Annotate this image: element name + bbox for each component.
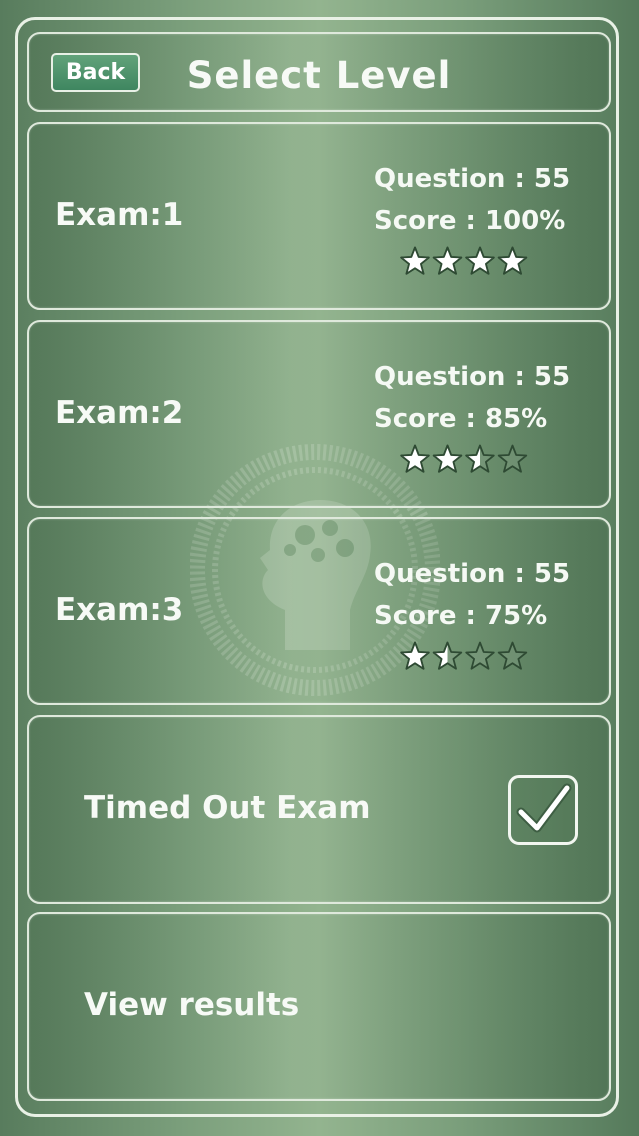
star-icon — [497, 444, 528, 473]
score: Score : 85% — [374, 404, 548, 434]
view-results-label: View results — [84, 987, 300, 1023]
star-icon — [465, 246, 495, 275]
star-rating — [400, 444, 528, 473]
header-bar: Back Select Level — [27, 32, 611, 112]
star-icon — [432, 641, 463, 670]
star-icon — [465, 444, 495, 473]
view-results-button[interactable]: View results — [27, 912, 611, 1101]
star-icon — [497, 641, 528, 670]
timed-out-checkbox[interactable] — [508, 775, 578, 845]
star-rating — [400, 641, 528, 670]
timed-out-exam-label: Timed Out Exam — [84, 790, 371, 826]
checkmark-icon — [516, 783, 572, 833]
star-icon — [497, 246, 528, 275]
star-icon — [465, 641, 495, 670]
exam-name: Exam:3 — [55, 592, 184, 628]
star-icon — [400, 246, 430, 275]
star-icon — [432, 246, 463, 275]
question-count: Question : 55 — [374, 164, 571, 194]
star-icon — [400, 444, 430, 473]
star-rating — [400, 246, 528, 275]
page-title: Select Level — [186, 54, 452, 97]
star-icon — [400, 641, 430, 670]
score: Score : 100% — [374, 206, 566, 236]
exam-name: Exam:2 — [55, 395, 184, 431]
star-icon — [432, 444, 463, 473]
exam-card-3[interactable]: Exam:3 Question : 55 Score : 75% — [27, 517, 611, 705]
question-count: Question : 55 — [374, 362, 571, 392]
timed-out-exam-row[interactable]: Timed Out Exam — [27, 715, 611, 904]
exam-name: Exam:1 — [55, 197, 184, 233]
exam-card-1[interactable]: Exam:1 Question : 55 Score : 100% — [27, 122, 611, 310]
question-count: Question : 55 — [374, 559, 571, 589]
score: Score : 75% — [374, 601, 548, 631]
exam-card-2[interactable]: Exam:2 Question : 55 Score : 85% — [27, 320, 611, 508]
